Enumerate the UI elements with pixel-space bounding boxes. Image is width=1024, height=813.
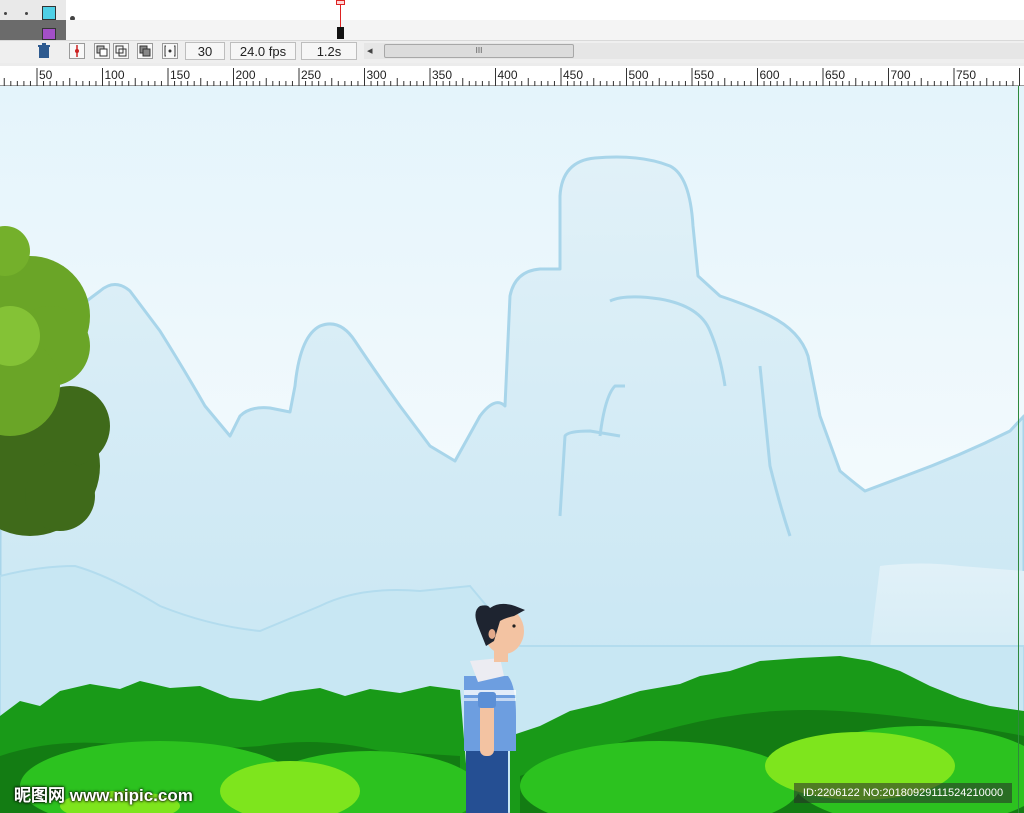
ruler-label: 650: [825, 68, 845, 82]
onion-skin-outlines-icon[interactable]: [113, 43, 129, 59]
ruler-label: 450: [563, 68, 583, 82]
ruler-label: 200: [236, 68, 256, 82]
current-frame-marker: [337, 27, 344, 39]
playhead-handle[interactable]: [336, 0, 345, 5]
site-logo-watermark: 昵图网 www.nipic.com: [14, 786, 193, 805]
layer-1-frames[interactable]: [66, 0, 1024, 21]
layer-outline-swatch[interactable]: [42, 6, 56, 20]
layer-row-2-selected[interactable]: [0, 20, 66, 40]
ruler-label: 150: [170, 68, 190, 82]
layer-outline-swatch[interactable]: [42, 28, 56, 40]
ruler-label: 50: [39, 68, 53, 82]
lock-dot[interactable]: [25, 12, 28, 15]
horizontal-ruler: 50 100 150 200 250 300 350 400 450 500 550 600 650 70…: [0, 66, 1024, 86]
ruler-label: 400: [498, 68, 518, 82]
stage-boundary: [1018, 86, 1019, 813]
timeline-toolbar: 30 24.0 fps 1.2s ◂ III: [0, 40, 1024, 63]
ruler-label: 350: [432, 68, 452, 82]
ruler-label: 750: [956, 68, 976, 82]
image-id-watermark: ID:2206122 NO:20180929111524210000: [794, 783, 1012, 803]
ruler-label: 700: [891, 68, 911, 82]
ruler-label: 600: [760, 68, 780, 82]
edit-multiple-frames-icon[interactable]: [137, 43, 153, 59]
scroll-left-arrow-icon[interactable]: ◂: [367, 43, 373, 59]
center-frame-icon[interactable]: [69, 43, 85, 59]
timeline-panel: 30 24.0 fps 1.2s ◂ III: [0, 0, 1024, 66]
onion-skin-icon[interactable]: [94, 43, 110, 59]
ruler-label: 100: [105, 68, 125, 82]
modify-markers-icon[interactable]: [162, 43, 178, 59]
ruler-ticks: 50 100 150 200 250 300 350 400 450 500 550 600 650 70…: [3, 68, 1020, 86]
ruler-label: 500: [629, 68, 649, 82]
ruler-label: 550: [694, 68, 714, 82]
visibility-dot[interactable]: [4, 12, 7, 15]
ruler-label: 300: [367, 68, 387, 82]
stage-canvas[interactable]: [0, 86, 1024, 813]
layer-row-1[interactable]: [0, 0, 66, 20]
scene-artwork: [0, 86, 1024, 813]
layer-2-frames[interactable]: [66, 20, 1024, 41]
ruler-label: 250: [301, 68, 321, 82]
scroll-thumb[interactable]: III: [384, 44, 574, 58]
timeline-scrollbar[interactable]: ◂ III: [364, 43, 1024, 59]
elapsed-time-field: 1.2s: [301, 42, 357, 60]
frame-rate-field[interactable]: 24.0 fps: [230, 42, 296, 60]
trash-icon[interactable]: [36, 43, 52, 59]
current-frame-field[interactable]: 30: [185, 42, 225, 60]
